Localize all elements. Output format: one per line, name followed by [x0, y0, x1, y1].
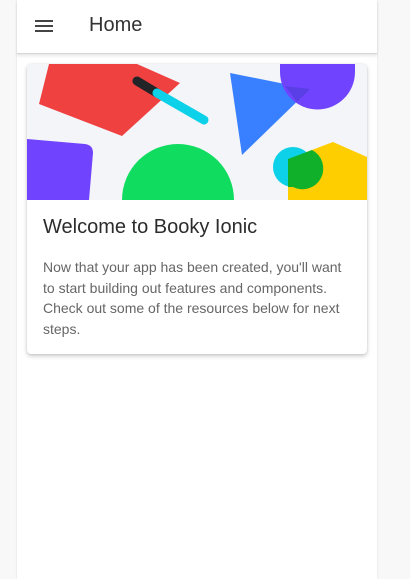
toolbar: Home: [17, 0, 377, 54]
app-window: Home Welcome to Booky Ionic Now that you…: [17, 0, 377, 579]
menu-button[interactable]: [29, 12, 61, 40]
card-image: [27, 64, 367, 200]
card-text: Now that your app has been created, you'…: [43, 259, 342, 337]
welcome-card: Welcome to Booky Ionic Now that your app…: [27, 64, 367, 354]
menu-icon: [35, 20, 53, 32]
card-title: Welcome to Booky Ionic: [43, 216, 258, 238]
page-title: Home: [89, 14, 143, 36]
